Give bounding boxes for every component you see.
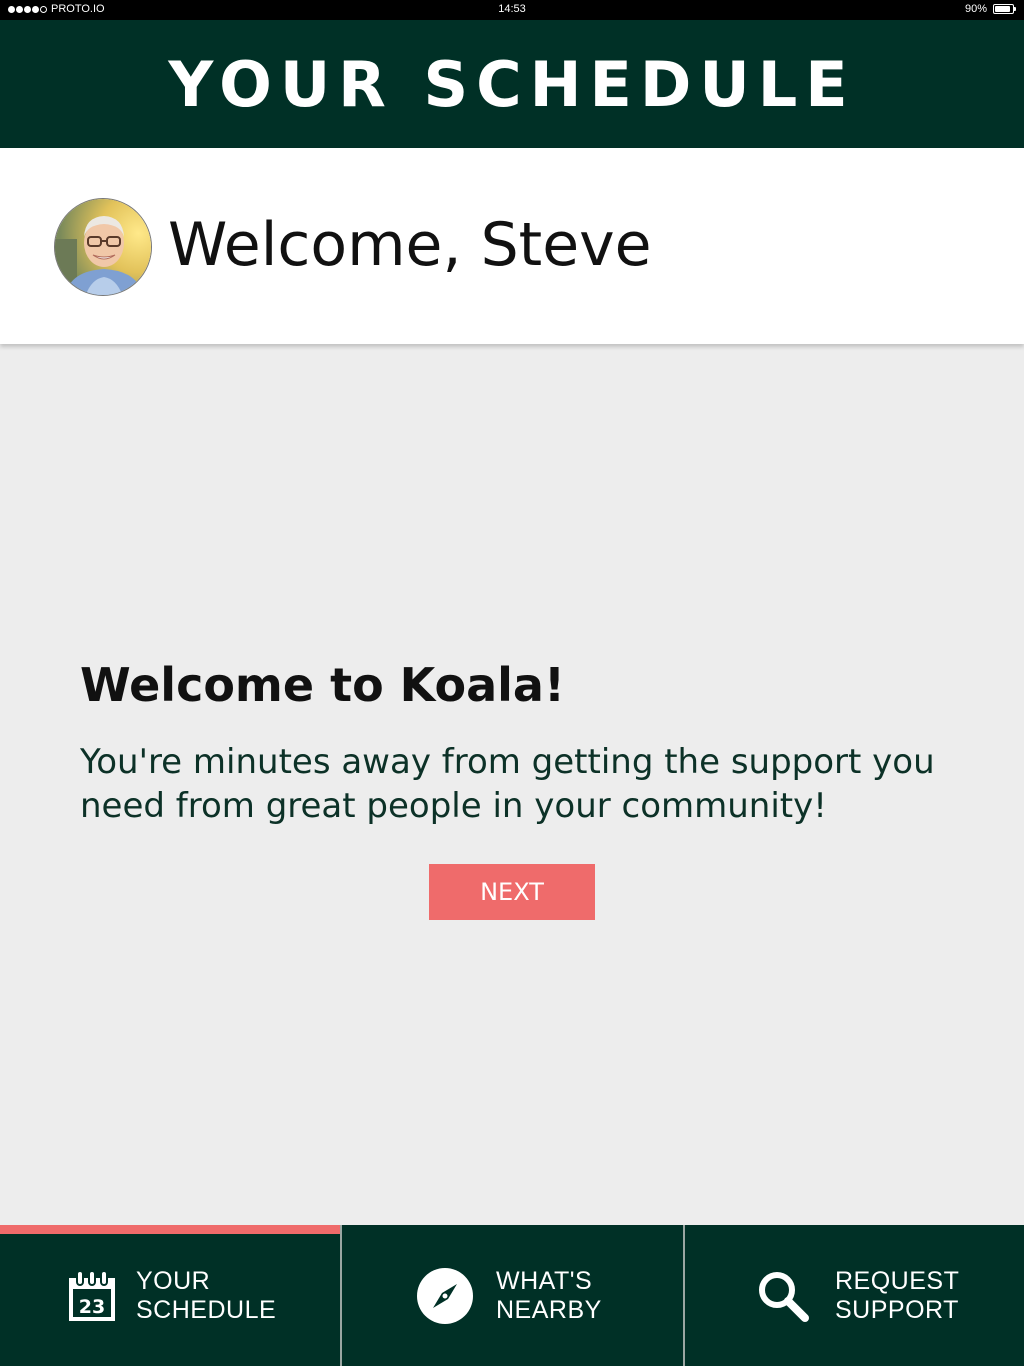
tab-label-line1: REQUEST (835, 1266, 960, 1295)
tab-bar: 23 YOUR SCHEDULE WHAT'S NEARBY REQUEST S… (0, 1225, 1024, 1366)
battery-fill (995, 6, 1011, 12)
page-title: YOUR SCHEDULE (168, 47, 856, 121)
tab-your-schedule[interactable]: 23 YOUR SCHEDULE (0, 1225, 340, 1366)
avatar[interactable] (54, 198, 152, 296)
tab-label: WHAT'S NEARBY (496, 1267, 602, 1325)
onboarding-body: You're minutes away from getting the sup… (80, 742, 935, 826)
welcome-card: Welcome, Steve (0, 148, 1024, 344)
tab-request-support[interactable]: REQUEST SUPPORT (683, 1225, 1024, 1366)
onboarding-heading: Welcome to Koala! (80, 658, 565, 712)
tab-label: REQUEST SUPPORT (835, 1267, 959, 1325)
status-bar: PROTO.IO 14:53 90% (0, 0, 1024, 20)
app-header: YOUR SCHEDULE (0, 20, 1024, 148)
calendar-icon: 23 (69, 1269, 115, 1321)
tab-label-line2: SCHEDULE (136, 1295, 277, 1324)
active-tab-indicator (0, 1225, 340, 1234)
tab-label-line1: YOUR (136, 1266, 211, 1295)
tab-label-line1: WHAT'S (496, 1266, 593, 1295)
welcome-greeting: Welcome, Steve (168, 210, 652, 280)
next-button[interactable]: NEXT (429, 864, 595, 920)
tab-whats-nearby[interactable]: WHAT'S NEARBY (340, 1225, 683, 1366)
avatar-photo (55, 199, 151, 295)
search-icon (759, 1271, 809, 1322)
onboarding-content: Welcome to Koala! You're minutes away fr… (80, 658, 960, 828)
tab-label-line2: SUPPORT (835, 1295, 959, 1324)
compass-icon (417, 1267, 473, 1324)
status-right: 90% (964, 3, 1016, 15)
battery-icon (993, 4, 1016, 14)
calendar-day: 23 (79, 1296, 105, 1318)
status-time: 14:53 (498, 3, 526, 15)
battery-percent: 90% (964, 3, 987, 15)
tab-label-line2: NEARBY (496, 1295, 602, 1324)
tab-label: YOUR SCHEDULE (136, 1267, 276, 1325)
